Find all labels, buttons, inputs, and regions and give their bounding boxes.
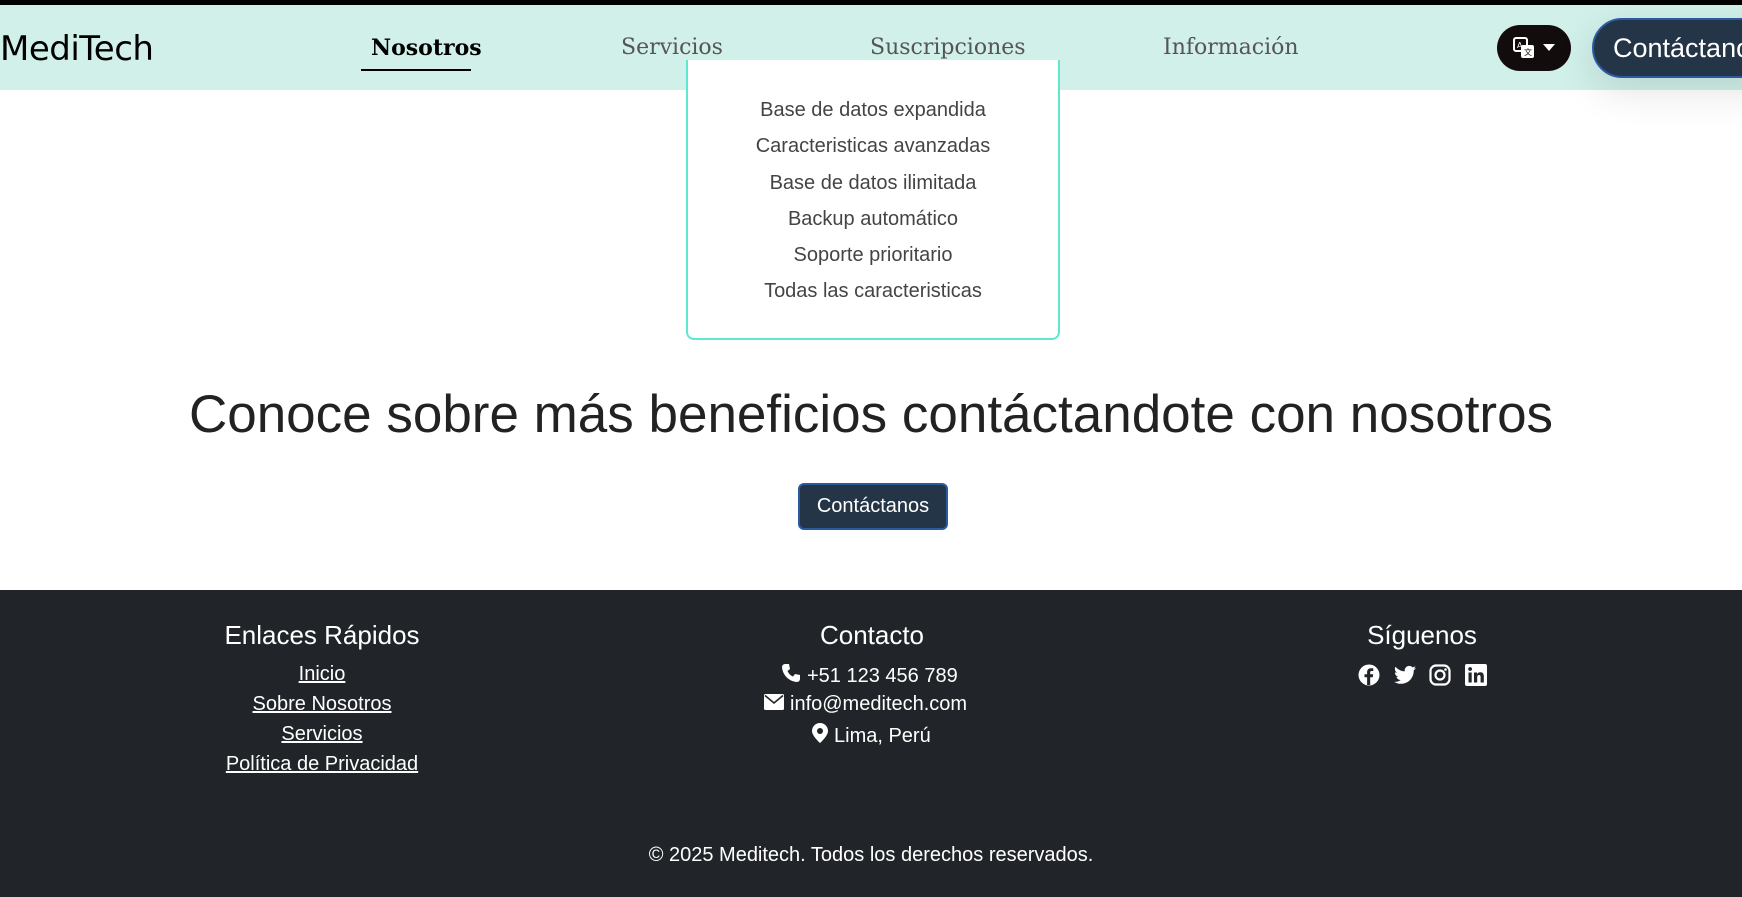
nav-link-nosotros[interactable]: Nosotros (371, 35, 482, 61)
footer-link-privacidad[interactable]: Política de Privacidad (172, 753, 472, 776)
chevron-down-icon (1543, 44, 1555, 52)
svg-text:A: A (1517, 41, 1523, 50)
svg-text:文: 文 (1524, 47, 1532, 57)
follow-heading: Síguenos (1367, 620, 1477, 650)
language-dropdown-button[interactable]: A 文 (1497, 25, 1571, 71)
footer-link-sobre-nosotros[interactable]: Sobre Nosotros (222, 693, 422, 716)
contact-phone: +51 123 456 789 (781, 663, 958, 689)
contact-heading: Contacto (819, 620, 925, 650)
plan-feature: Todas las caracteristicas (764, 280, 982, 302)
linkedin-icon[interactable] (1465, 664, 1487, 686)
copyright-text: © 2025 Meditech. Todos los derechos rese… (648, 844, 1094, 866)
contact-nav-button[interactable]: Contáctanos (1592, 18, 1742, 78)
brand-logo[interactable]: MediTech (0, 29, 154, 69)
contact-location: Lima, Perú (812, 723, 931, 749)
nav-link-servicios[interactable]: Servicios (621, 35, 723, 60)
contact-cta-button[interactable]: Contáctanos (798, 483, 948, 530)
phone-number[interactable]: +51 123 456 789 (807, 665, 958, 688)
contact-email: info@meditech.com (764, 693, 967, 716)
email-address[interactable]: info@meditech.com (790, 693, 967, 716)
footer-link-inicio[interactable]: Inicio (222, 663, 422, 686)
plan-feature: Base de datos expandida (760, 99, 986, 121)
cta-headline: Conoce sobre más beneficios contáctandot… (188, 385, 1554, 444)
active-nav-indicator (361, 69, 471, 71)
plan-feature: Caracteristicas avanzadas (755, 135, 991, 157)
quick-links-heading: Enlaces Rápidos (224, 620, 420, 650)
nav-link-suscripciones[interactable]: Suscripciones (870, 35, 1026, 60)
plan-feature: Base de datos ilimitada (769, 172, 977, 194)
twitter-icon[interactable] (1394, 664, 1416, 686)
map-pin-icon (812, 723, 828, 749)
footer-link-servicios[interactable]: Servicios (222, 723, 422, 746)
plan-feature: Soporte prioritario (793, 244, 953, 266)
phone-icon (781, 663, 801, 689)
facebook-icon[interactable] (1358, 664, 1380, 686)
nav-link-informacion[interactable]: Información (1163, 35, 1299, 60)
location-text: Lima, Perú (834, 724, 931, 747)
plan-feature: Backup automático (787, 208, 959, 230)
instagram-icon[interactable] (1429, 664, 1451, 686)
envelope-icon (764, 693, 784, 716)
translate-icon: A 文 (1513, 37, 1535, 59)
